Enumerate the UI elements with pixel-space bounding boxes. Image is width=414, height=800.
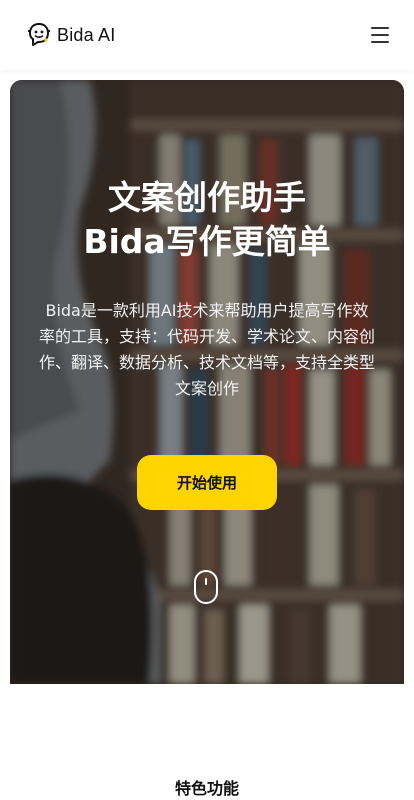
hero-title-line1: 文案创作助手 <box>108 178 306 217</box>
hero-title: 文案创作助手 Bida写作更简单 <box>10 176 404 264</box>
get-started-button[interactable]: 开始使用 <box>137 455 277 510</box>
mouse-scroll-icon[interactable] <box>194 570 218 604</box>
hero-banner: 文案创作助手 Bida写作更简单 Bida是一款利用AI技术来帮助用户提高写作效… <box>10 80 404 684</box>
hero-description: Bida是一款利用AI技术来帮助用户提高写作效率的工具，支持：代码开发、学术论文… <box>38 301 375 398</box>
hero-title-line2: Bida写作更简单 <box>83 222 331 261</box>
robot-face-icon <box>28 23 50 46</box>
hamburger-menu-icon[interactable] <box>371 27 389 43</box>
brand-name: Bida AI <box>57 24 116 45</box>
features-section-title: 特色功能 <box>174 779 239 798</box>
site-header: Bida AI <box>0 0 414 70</box>
brand-logo[interactable]: Bida AI <box>27 22 115 48</box>
